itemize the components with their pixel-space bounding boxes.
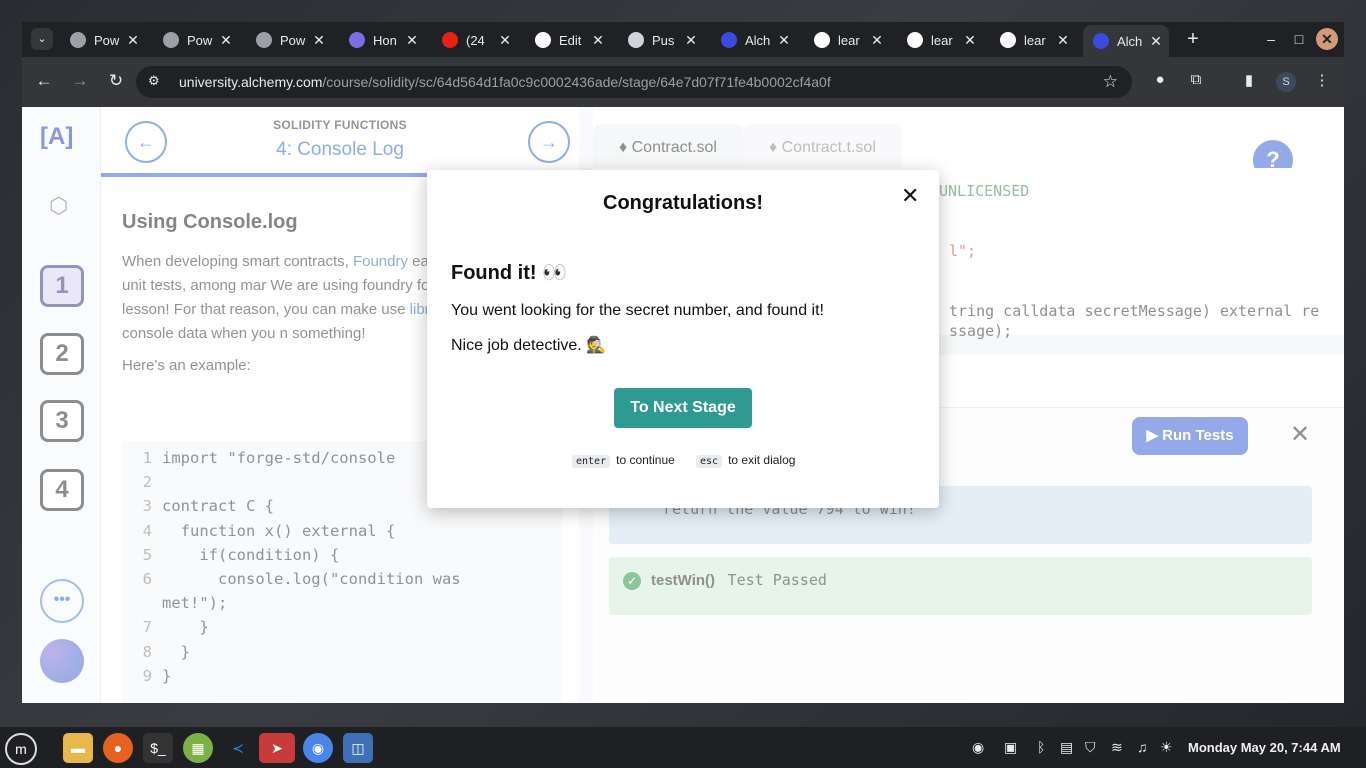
address-bar[interactable]: ⚙ university.alchemy.com/course/solidity… [136,66,1132,98]
tab-close-icon[interactable]: ✕ [312,32,326,49]
vscode-icon[interactable]: ≺ [223,733,253,763]
tab-title: Alch [1117,33,1143,49]
github-icon [814,32,830,48]
clock[interactable]: Monday May 20, 7:44 AM [1188,740,1341,755]
web-page: [A] ⬡ 1 2 3 4 ••• ← SOLIDITY FUNCTIONS 4… [22,107,1344,703]
chrome-tray-icon[interactable]: ◉ [972,739,984,756]
tab-close-icon[interactable]: ✕ [498,32,512,49]
github-icon [535,32,551,48]
browser-tab[interactable]: lear ✕ [804,27,890,53]
tab-title: lear [931,32,953,48]
cube-icon [349,32,365,48]
tab-close-icon[interactable]: ✕ [777,32,791,49]
site-info-icon[interactable]: ⚙ [148,73,160,89]
tab-title: lear [1024,32,1046,48]
files-icon[interactable]: ▬ [63,733,93,763]
browser-tab[interactable]: lear ✕ [990,27,1076,53]
tab-bar: ⌄ Pow ✕ Pow ✕ Pow ✕ Hon ✕ (24 ✕ Edit ✕ Pus ✕ Alch ✕ lear… [22,22,1344,57]
tab-title: Pus [652,32,675,48]
tab-close-icon[interactable]: ✕ [1056,32,1070,49]
esc-key: esc [696,455,723,468]
bluetooth-icon[interactable]: ᛒ [1037,739,1045,755]
tab-title: lear [838,32,860,48]
brightness-icon[interactable]: ☀ [1160,739,1173,756]
reload-icon[interactable]: ↻ [105,71,127,91]
wifi-icon[interactable]: ≋ [1111,739,1123,756]
extension-icon[interactable]: ● [1149,71,1171,88]
youtube-icon [442,32,458,48]
congratulations-dialog: Congratulations! ✕ Found it! 👀 You went … [427,170,939,508]
tab-close-icon[interactable]: ✕ [591,32,605,49]
browser-tab[interactable]: Edit ✕ [525,27,611,53]
dialog-message-2: Nice job detective. 🕵 [451,337,607,354]
mint-menu-icon[interactable]: m [5,733,37,765]
shield-icon[interactable]: ⛉ [1085,739,1096,756]
menu-kebab-icon[interactable]: ⋮ [1311,71,1333,89]
enter-hint: enter to continue [572,453,675,468]
tab-close-icon[interactable]: ✕ [684,32,698,49]
tab-search-button[interactable]: ⌄ [31,28,53,50]
tab-title: Pow [187,32,213,48]
browser-tab[interactable]: Pus ✕ [618,27,704,53]
calc-icon[interactable]: ▦ [183,733,213,763]
tab-close-icon[interactable]: ✕ [1149,33,1163,50]
tab-title: Hon [373,32,397,48]
browser-tab[interactable]: lear ✕ [897,27,983,53]
browser-window: ⌄ Pow ✕ Pow ✕ Pow ✕ Hon ✕ (24 ✕ Edit ✕ Pus ✕ Alch ✕ lear… [22,22,1344,703]
close-icon[interactable]: ✕ [901,183,919,209]
browser-tab[interactable]: Alch ✕ [1083,25,1169,57]
back-icon[interactable]: ← [33,71,55,91]
notification-icon[interactable]: ▣ [1004,739,1017,756]
minimize-button[interactable]: – [1260,28,1282,50]
globe-icon [256,32,272,48]
bookmark-star-icon[interactable]: ☆ [1103,72,1118,92]
tab-close-icon[interactable]: ✕ [870,32,884,49]
browser-toolbar: ← → ↻ ⚙ university.alchemy.com/course/so… [22,57,1344,107]
chrome-icon[interactable]: ◉ [303,733,333,763]
github-icon [907,32,923,48]
dialog-heading: Found it! 👀 [451,262,567,284]
firefox-icon[interactable]: ● [103,733,133,763]
tab-title: (24 [466,32,485,48]
url-text: university.alchemy.com/course/solidity/s… [179,74,831,90]
pusher-icon [628,32,644,48]
terminal-icon[interactable]: $_ [143,733,173,763]
profile-avatar[interactable]: S [1276,72,1296,92]
forward-icon[interactable]: → [69,71,91,91]
browser-tab[interactable]: Pow ✕ [153,27,239,53]
browser-tab[interactable]: Alch ✕ [711,27,797,53]
alchemy-icon [721,32,737,48]
browser-tab[interactable]: (24 ✕ [432,27,518,53]
alchemy-icon [1093,33,1109,49]
browser-tab[interactable]: Pow ✕ [246,27,332,53]
globe-icon [163,32,179,48]
tab-close-icon[interactable]: ✕ [219,32,233,49]
close-window-button[interactable]: ✕ [1316,28,1338,50]
side-panel-icon[interactable]: ▮ [1238,71,1260,89]
tab-close-icon[interactable]: ✕ [963,32,977,49]
maximize-button[interactable]: □ [1288,28,1310,50]
dialog-title: Congratulations! [603,192,763,214]
github-icon [1000,32,1016,48]
tab-title: Pow [94,32,120,48]
globe-icon [70,32,86,48]
extensions-puzzle-icon[interactable]: ⧉ [1185,71,1207,88]
new-tab-button[interactable]: + [1182,28,1204,51]
browser-tab[interactable]: Pow ✕ [60,27,146,53]
tab-title: Pow [280,32,306,48]
clipboard-icon[interactable]: ▤ [1060,739,1073,756]
telegram-icon[interactable]: ➤ [259,733,295,763]
tab-close-icon[interactable]: ✕ [405,32,419,49]
dialog-message: You went looking for the secret number, … [451,302,824,319]
browser-tab[interactable]: Hon ✕ [339,27,425,53]
enter-key: enter [572,455,611,468]
tab-close-icon[interactable]: ✕ [126,32,140,49]
taskbar: m ▬ ● $_ ▦ ≺ ➤ ◉ ◫ ◉ ▣ ᛒ ▤ ⛉ ≋ ♫ ☀ Monda… [0,727,1366,768]
esc-hint: esc to exit dialog [696,453,795,468]
tab-title: Edit [559,32,582,48]
screenshot-icon[interactable]: ◫ [343,733,373,763]
music-icon[interactable]: ♫ [1137,739,1148,755]
next-stage-button[interactable]: To Next Stage [614,388,752,428]
tab-title: Alch [745,32,771,48]
